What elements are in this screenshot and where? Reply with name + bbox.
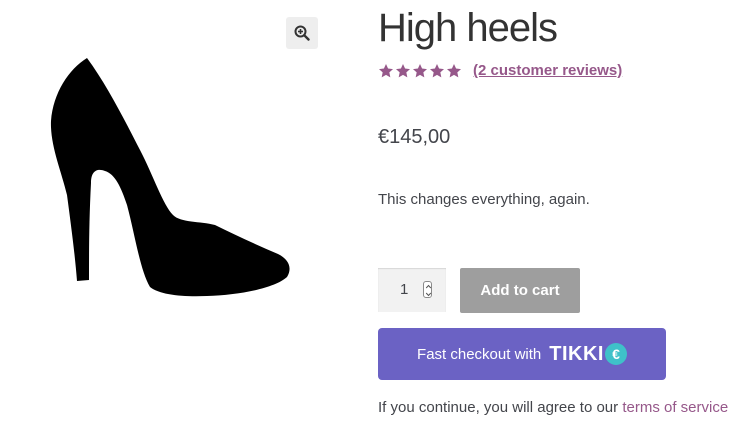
add-to-cart-button[interactable]: Add to cart <box>460 268 580 313</box>
terms-notice: If you continue, you will agree to our t… <box>378 399 728 416</box>
star-rating: (2 customer reviews) <box>378 62 622 79</box>
stars <box>378 63 462 79</box>
product-gallery <box>0 0 340 425</box>
zoom-in-icon <box>294 25 310 41</box>
euro-badge-icon: € <box>604 343 627 365</box>
terms-of-service-link[interactable]: terms of service <box>622 399 728 416</box>
fast-checkout-label: Fast checkout with <box>417 345 542 363</box>
product-title: High heels <box>378 6 558 50</box>
star-icon <box>413 63 427 77</box>
tikki-wordmark: TIKKI <box>549 342 604 365</box>
product-price: €145,00 <box>378 126 451 148</box>
quantity-value[interactable]: 1 <box>400 281 408 298</box>
tikki-logo: TIKKI € <box>549 343 627 366</box>
star-icon <box>396 63 410 77</box>
spinner-arrows-icon[interactable] <box>423 281 432 298</box>
fast-checkout-button[interactable]: Fast checkout with TIKKI € <box>378 328 666 380</box>
terms-prefix: If you continue, you will agree to our <box>378 399 623 416</box>
product-image[interactable] <box>45 55 295 300</box>
star-icon <box>379 63 393 77</box>
zoom-button[interactable] <box>286 17 318 49</box>
star-icon <box>430 63 444 77</box>
quantity-stepper[interactable]: 1 <box>378 268 446 312</box>
star-icon <box>447 63 461 77</box>
product-description: This changes everything, again. <box>378 191 590 208</box>
customer-reviews-link[interactable]: (2 customer reviews) <box>473 62 622 79</box>
